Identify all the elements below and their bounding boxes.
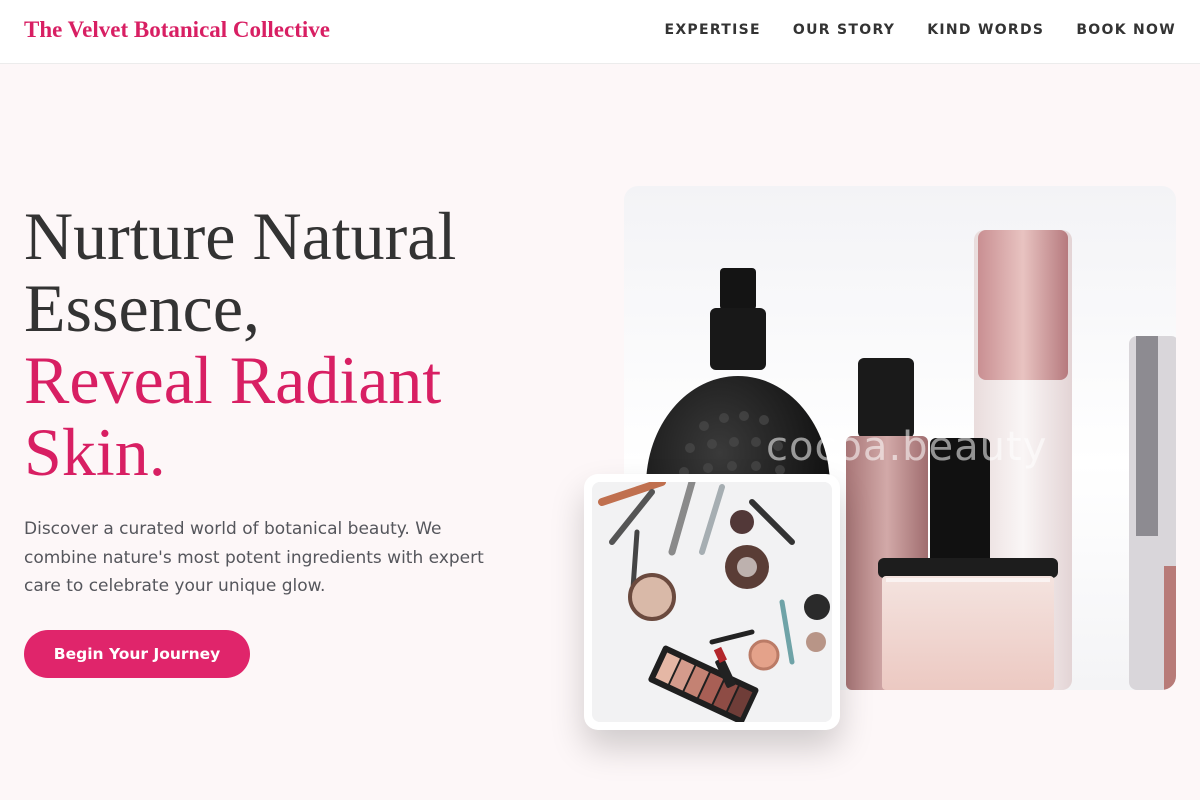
main-nav: EXPERTISE OUR STORY KIND WORDS BOOK NOW bbox=[664, 22, 1176, 38]
brand-logo[interactable]: The Velvet Botanical Collective bbox=[24, 17, 330, 43]
makeup-flatlay-illustration bbox=[592, 482, 832, 722]
begin-journey-button[interactable]: Begin Your Journey bbox=[24, 630, 250, 678]
nav-item-kind-words[interactable]: KIND WORDS bbox=[927, 22, 1044, 38]
hero-title-accent-line-2: Skin. bbox=[24, 414, 166, 490]
makeup-inset-card bbox=[584, 474, 840, 730]
makeup-flatlay-image bbox=[592, 482, 832, 722]
hero-title-accent-line-1: Reveal Radiant bbox=[24, 342, 442, 418]
nav-item-our-story[interactable]: OUR STORY bbox=[793, 22, 895, 38]
hero-title-line-1: Nurture Natural bbox=[24, 198, 457, 274]
nav-item-expertise[interactable]: EXPERTISE bbox=[664, 22, 760, 38]
hero-title-line-2: Essence, bbox=[24, 270, 261, 346]
image-watermark: cocoa.beauty bbox=[766, 424, 1048, 470]
hero-title: Nurture Natural Essence, Reveal Radiant … bbox=[24, 200, 584, 488]
nav-item-book-now[interactable]: BOOK NOW bbox=[1076, 22, 1176, 38]
site-header: The Velvet Botanical Collective EXPERTIS… bbox=[0, 0, 1200, 64]
hero-description: Discover a curated world of botanical be… bbox=[24, 519, 484, 596]
